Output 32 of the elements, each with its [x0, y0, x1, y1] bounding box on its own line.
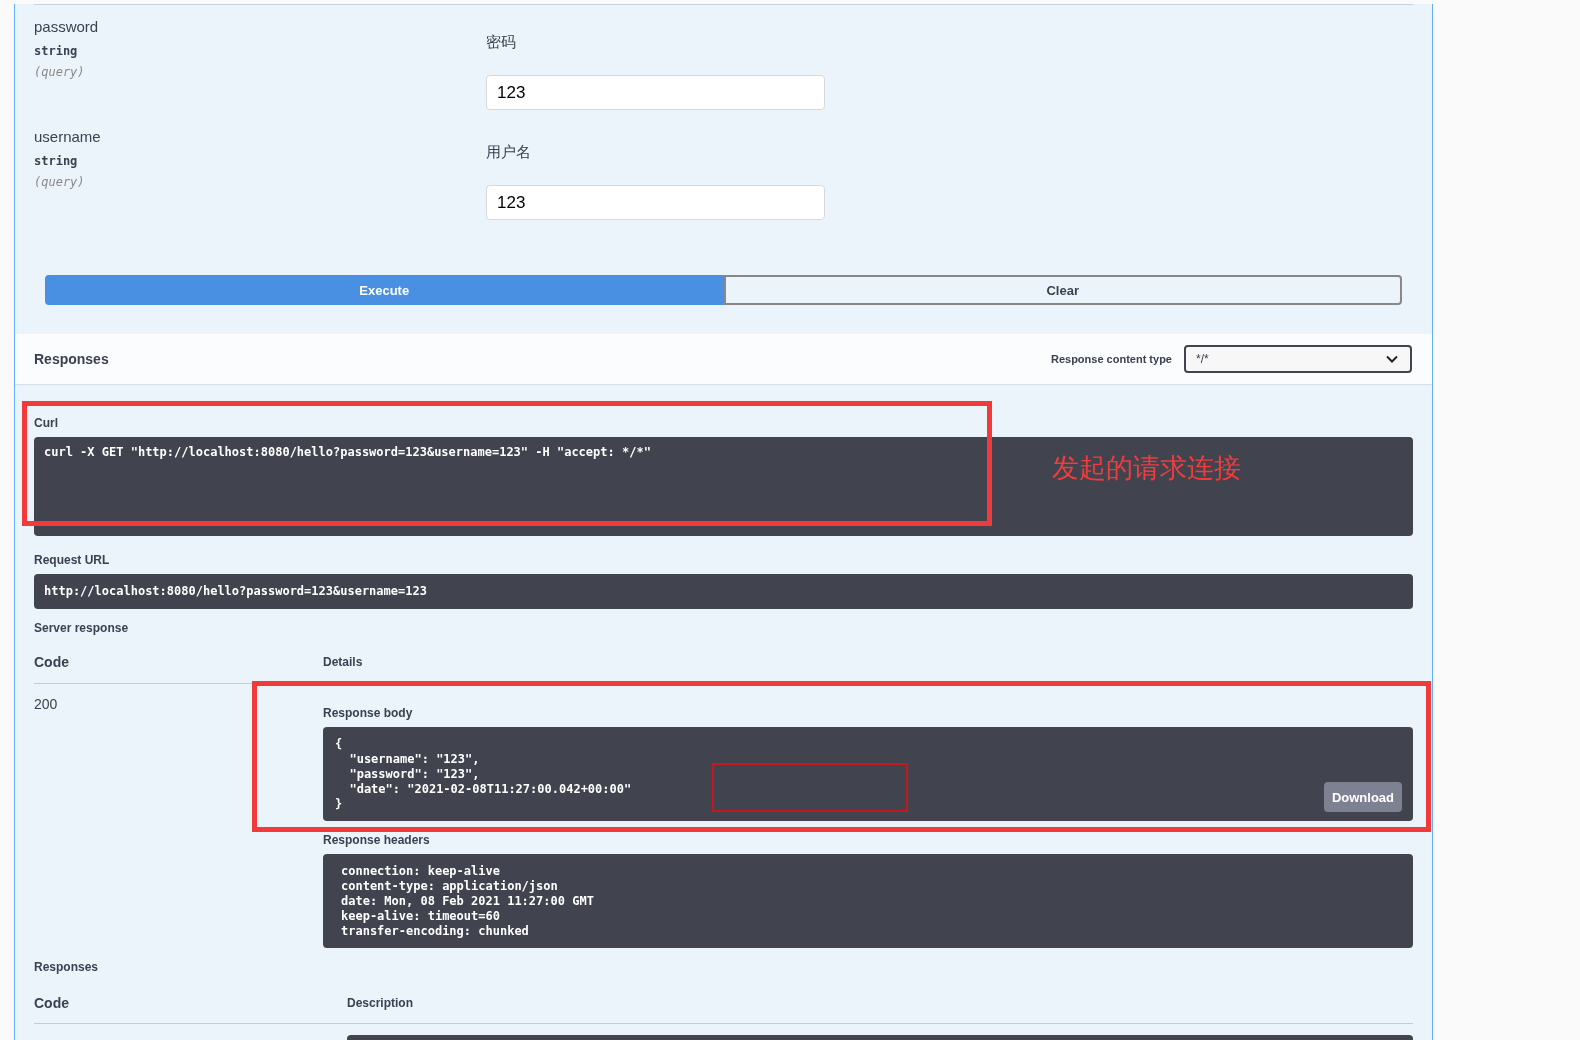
response-headers-label: Response headers — [323, 832, 430, 848]
response-body-json: { "username": "123", "password": "123", "date": "2021-02-08T11:27:00.042+00:00" } — [335, 737, 632, 812]
request-url-label: Request URL — [34, 552, 110, 568]
parameter-description: 密码 — [486, 32, 516, 52]
parameter-type: string — [34, 43, 78, 59]
column-header: Code — [34, 994, 69, 1013]
status-code: 200 — [34, 695, 58, 714]
curl-label: Curl — [34, 415, 58, 431]
chevron-down-icon — [1386, 355, 1398, 363]
input-field[interactable]: 123 — [486, 185, 825, 220]
parameter-location: (query) — [34, 174, 85, 190]
parameter-name: password — [34, 17, 99, 37]
clear-button[interactable]: Clear — [723, 275, 1402, 305]
request-url: http://localhost:8080/hello?password=123&username=123 — [44, 584, 427, 598]
responses-label: Responses — [34, 959, 99, 975]
parameter-name: username — [34, 127, 101, 147]
column-header: Details — [323, 654, 363, 671]
input-field[interactable]: 123 — [486, 75, 825, 110]
parameter-location: (query) — [34, 64, 85, 80]
response-body-label: Response body — [323, 705, 413, 721]
responses-heading: Responses — [34, 350, 109, 369]
curl-command: curl -X GET "http://localhost:8080/hello?password=123&username=123" -H "accept: */*" — [44, 445, 651, 459]
download-button[interactable]: Download — [1323, 782, 1402, 812]
server-response-label: Server response — [34, 620, 129, 636]
annotation-note: 发起的请求连接 — [1052, 453, 1241, 483]
column-header: Code — [34, 653, 69, 672]
response-headers-text: connection: keep-alive content-type: application/json date: Mon, 08 Feb 2021 11:27:00 GMT keep-alive: timeout=60 transfer-encoding: chunked — [341, 864, 594, 938]
column-header: Description — [347, 995, 413, 1012]
parameter-type: string — [34, 153, 78, 169]
parameter-description: 用户名 — [486, 142, 531, 162]
content-type-label: Response content type — [1050, 352, 1172, 367]
content-type-select[interactable]: */* — [1184, 345, 1412, 373]
